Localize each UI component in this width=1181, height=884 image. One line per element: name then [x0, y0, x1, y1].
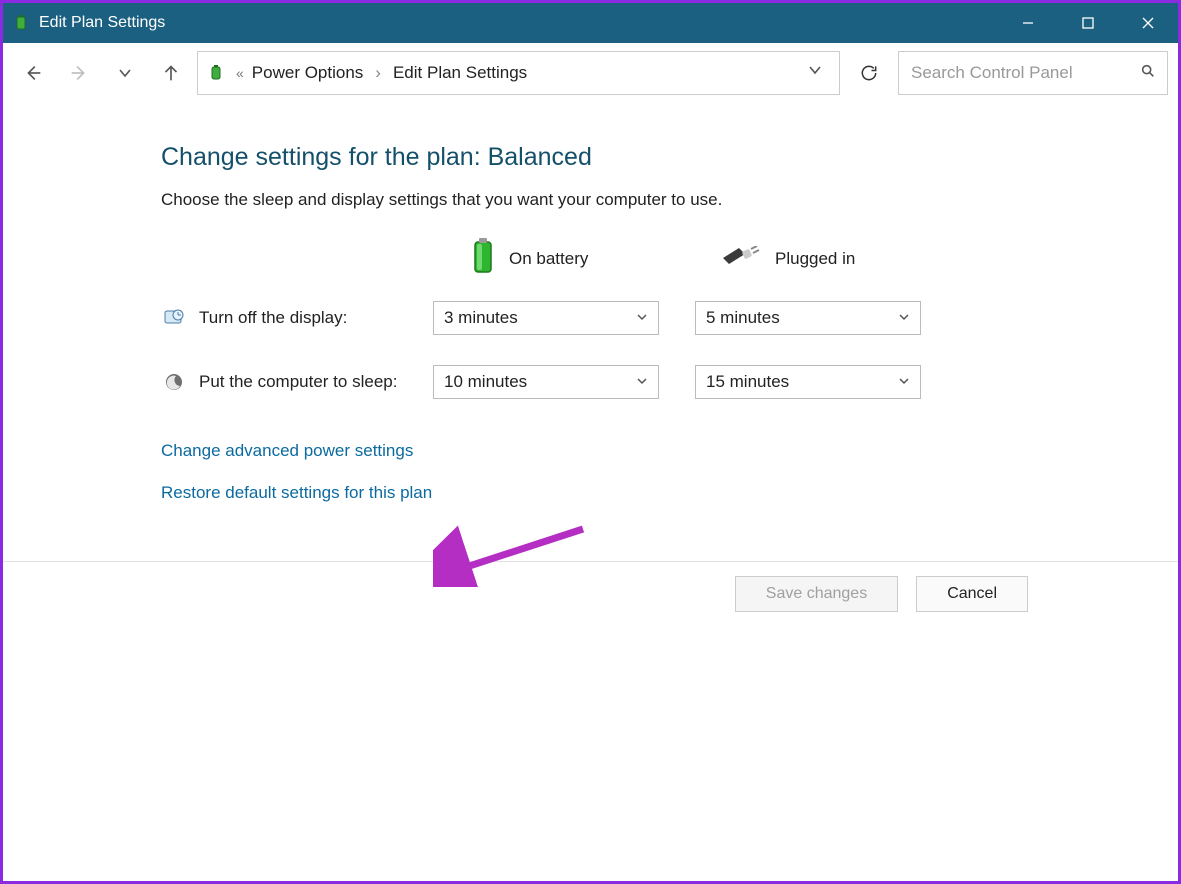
maximize-button[interactable] [1058, 3, 1118, 43]
display-timeout-label: Turn off the display: [199, 308, 419, 328]
display-plugged-value: 5 minutes [706, 308, 780, 328]
window-title: Edit Plan Settings [39, 14, 165, 32]
content-area: Change settings for the plan: Balanced C… [3, 103, 1178, 561]
close-button[interactable] [1118, 3, 1178, 43]
on-battery-header: On battery [471, 238, 721, 279]
save-changes-button[interactable]: Save changes [735, 576, 898, 612]
plug-icon [721, 246, 761, 271]
cancel-button[interactable]: Cancel [916, 576, 1028, 612]
sleep-icon [163, 371, 185, 393]
back-button[interactable] [13, 53, 53, 93]
sleep-plugged-value: 15 minutes [706, 372, 789, 392]
app-icon [13, 14, 31, 32]
breadcrumb-current[interactable]: Edit Plan Settings [393, 63, 527, 83]
address-history-button[interactable] [799, 62, 831, 83]
search-box[interactable] [898, 51, 1168, 95]
page-heading: Change settings for the plan: Balanced [161, 143, 1178, 172]
display-battery-value: 3 minutes [444, 308, 518, 328]
refresh-button[interactable] [846, 51, 892, 95]
chevron-down-icon [898, 308, 910, 328]
display-battery-select[interactable]: 3 minutes [433, 301, 659, 335]
sleep-timeout-row: Put the computer to sleep: 10 minutes 15… [161, 365, 1178, 399]
power-options-icon [206, 62, 228, 84]
display-timeout-row: Turn off the display: 3 minutes 5 minute… [161, 301, 1178, 335]
breadcrumb-parent[interactable]: Power Options [252, 63, 364, 83]
page-subtext: Choose the sleep and display settings th… [161, 190, 1178, 210]
sleep-battery-select[interactable]: 10 minutes [433, 365, 659, 399]
display-plugged-select[interactable]: 5 minutes [695, 301, 921, 335]
sleep-plugged-select[interactable]: 15 minutes [695, 365, 921, 399]
recent-locations-button[interactable] [105, 53, 145, 93]
navigation-bar: « Power Options › Edit Plan Settings [3, 43, 1178, 103]
sleep-battery-value: 10 minutes [444, 372, 527, 392]
breadcrumb-sep-icon: › [371, 63, 385, 83]
sleep-timeout-label: Put the computer to sleep: [199, 372, 419, 392]
restore-defaults-link[interactable]: Restore default settings for this plan [161, 483, 1178, 503]
titlebar: Edit Plan Settings [3, 3, 1178, 43]
monitor-icon [163, 307, 185, 329]
footer-bar: Save changes Cancel [3, 561, 1178, 881]
battery-icon [471, 238, 495, 279]
forward-button[interactable] [59, 53, 99, 93]
on-battery-label: On battery [509, 249, 588, 269]
chevron-down-icon [898, 372, 910, 392]
chevron-down-icon [636, 308, 648, 328]
search-input[interactable] [911, 63, 1132, 83]
plugged-in-label: Plugged in [775, 249, 855, 269]
chevron-down-icon [636, 372, 648, 392]
minimize-button[interactable] [998, 3, 1058, 43]
search-icon[interactable] [1140, 63, 1156, 82]
up-button[interactable] [151, 53, 191, 93]
breadcrumb-overflow-icon[interactable]: « [236, 65, 244, 81]
advanced-power-settings-link[interactable]: Change advanced power settings [161, 441, 1178, 461]
address-bar[interactable]: « Power Options › Edit Plan Settings [197, 51, 840, 95]
plugged-in-header: Plugged in [721, 246, 971, 271]
